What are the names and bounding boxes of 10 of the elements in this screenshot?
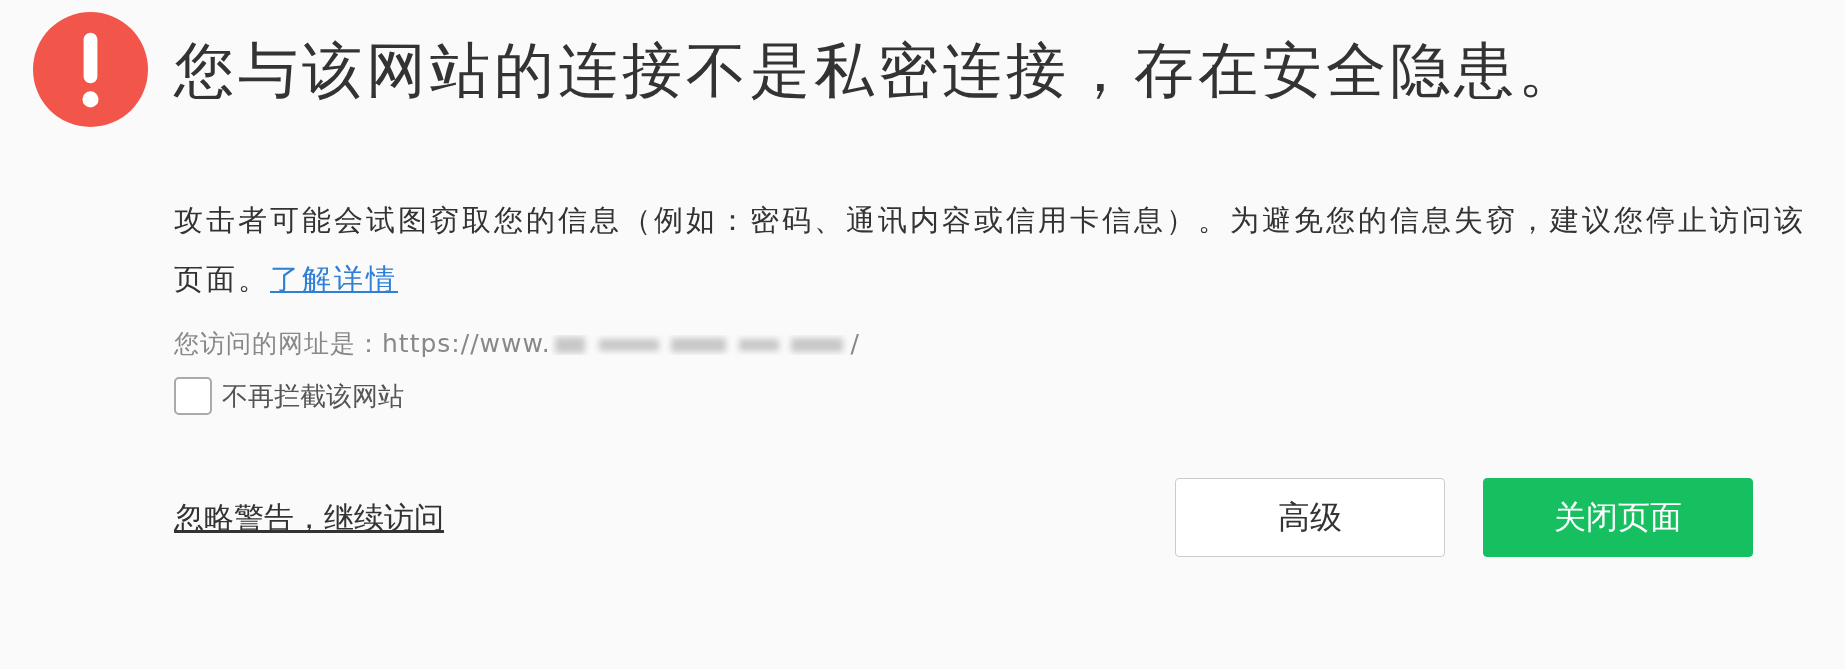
warning-description: 攻击者可能会试图窃取您的信息（例如：密码、通讯内容或信用卡信息）。为避免您的信息失窃，建议您停止访问该页面。了解详情 (174, 202, 1807, 298)
learn-more-link[interactable]: 了解详情 (270, 262, 398, 296)
warning-icon (33, 12, 148, 127)
checkbox-label: 不再拦截该网站 (222, 379, 404, 413)
advanced-button[interactable]: 高级 (1175, 477, 1445, 557)
checkbox[interactable] (174, 377, 212, 415)
url-text: 您访问的网址是：https://www. (174, 328, 551, 360)
ignore-warning-link[interactable]: 忽略警告，继续访问 (174, 494, 444, 540)
warning-title: 您与该网站的连接不是私密连接，存在安全隐患。 (174, 33, 1582, 106)
url-text: / (850, 328, 861, 360)
